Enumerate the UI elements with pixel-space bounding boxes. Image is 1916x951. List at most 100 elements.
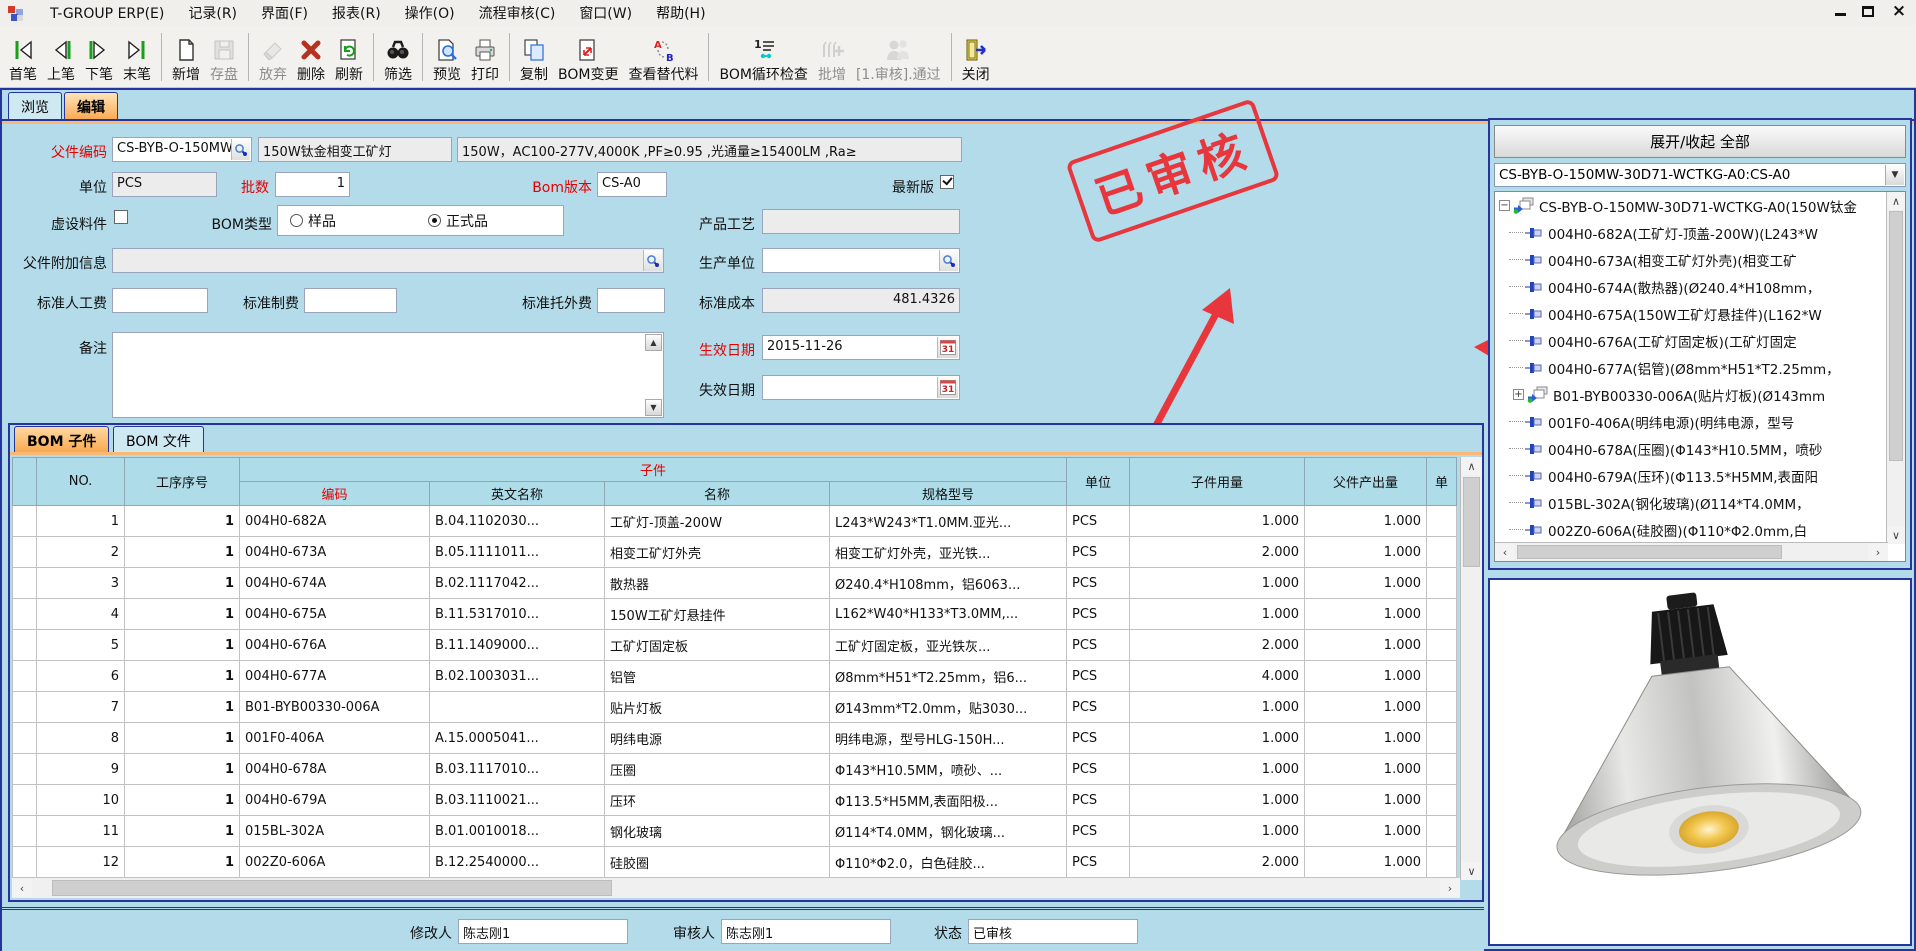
cell-code[interactable]: 004H0-673A [240, 537, 430, 568]
cell-qty[interactable]: 1.000 [1130, 754, 1305, 785]
cell-en[interactable]: B.03.1117010... [430, 754, 605, 785]
cell-code[interactable]: 004H0-679A [240, 785, 430, 816]
std-mfg-field[interactable] [304, 288, 397, 313]
menu-item-6[interactable]: 窗口(W) [567, 3, 644, 25]
cell-spec[interactable]: L162*W40*H133*T3.0MM,... [830, 599, 1067, 630]
cell-code[interactable]: 004H0-677A [240, 661, 430, 692]
cell-en[interactable]: B.02.1117042... [430, 568, 605, 599]
cell-no[interactable]: 4 [37, 599, 125, 630]
chevron-down-icon[interactable]: ▼ [1885, 165, 1904, 185]
cell-no[interactable]: 3 [37, 568, 125, 599]
cell-name[interactable]: 压圈 [605, 754, 830, 785]
toolbar-button-bom-loop-check[interactable]: 1BOM循环检查 [714, 28, 812, 86]
cell-extra[interactable] [1427, 723, 1457, 754]
cell-sel[interactable] [13, 661, 37, 692]
cell-no[interactable]: 11 [37, 816, 125, 847]
tree-item-12[interactable]: 002Z0-606A(硅胶圈)(Φ110*Φ2.0mm,白 [1495, 516, 1905, 543]
cell-no[interactable]: 5 [37, 630, 125, 661]
cell-unit[interactable]: PCS [1067, 847, 1130, 878]
tree-item-7[interactable]: +B01-BYB00330-006A(贴片灯板)(Ø143mm [1495, 381, 1905, 408]
calendar-icon[interactable]: 31 [937, 337, 958, 358]
cell-extra[interactable] [1427, 599, 1457, 630]
cell-sel[interactable] [13, 692, 37, 723]
scroll-down-icon[interactable]: ∨ [1461, 862, 1482, 880]
cell-extra[interactable] [1427, 692, 1457, 723]
cell-unit[interactable]: PCS [1067, 537, 1130, 568]
toolbar-button-next-record[interactable]: 下笔 [80, 28, 118, 86]
tree-item-1[interactable]: 004H0-682A(工矿灯-顶盖-200W)(L243*W [1495, 219, 1905, 246]
toolbar-button-bom-change[interactable]: BOM变更 [553, 28, 623, 86]
menu-item-5[interactable]: 流程审核(C) [467, 3, 568, 25]
tree-item-9[interactable]: 004H0-678A(压圈)(Φ143*H10.5MM，喷砂 [1495, 435, 1905, 462]
menu-item-0[interactable]: T-GROUP ERP(E) [38, 3, 176, 25]
cell-extra[interactable] [1427, 630, 1457, 661]
cell-extra[interactable] [1427, 506, 1457, 537]
cell-pqty[interactable]: 1.000 [1305, 506, 1427, 537]
cell-seq[interactable]: 1 [125, 568, 240, 599]
batch-field[interactable]: 1 [275, 172, 350, 197]
scroll-right-icon[interactable]: › [1440, 879, 1460, 897]
cell-pqty[interactable]: 1.000 [1305, 723, 1427, 754]
scroll-right-icon[interactable]: › [1868, 543, 1888, 561]
cell-sel[interactable] [13, 599, 37, 630]
cell-spec[interactable]: Ø8mm*H51*T2.25mm，铝6... [830, 661, 1067, 692]
latest-version-checkbox[interactable] [940, 175, 954, 189]
cell-name[interactable]: 工矿灯-顶盖-200W [605, 506, 830, 537]
cell-pqty[interactable]: 1.000 [1305, 785, 1427, 816]
cell-code[interactable]: 001F0-406A [240, 723, 430, 754]
cell-no[interactable]: 12 [37, 847, 125, 878]
cell-pqty[interactable]: 1.000 [1305, 754, 1427, 785]
cell-unit[interactable]: PCS [1067, 692, 1130, 723]
cell-sel[interactable] [13, 785, 37, 816]
cell-name[interactable]: 硅胶圈 [605, 847, 830, 878]
scroll-up-icon[interactable]: ▲ [645, 334, 662, 351]
menu-item-3[interactable]: 报表(R) [320, 3, 393, 25]
cell-en[interactable]: B.01.0010018... [430, 816, 605, 847]
menu-item-2[interactable]: 界面(F) [249, 3, 320, 25]
search-icon[interactable] [643, 250, 662, 271]
cell-seq[interactable]: 1 [125, 692, 240, 723]
expiry-date-field[interactable]: 31 [762, 375, 960, 400]
toolbar-button-new-record[interactable]: 新增 [167, 28, 205, 86]
cell-code[interactable]: 004H0-678A [240, 754, 430, 785]
cell-pqty[interactable]: 1.000 [1305, 816, 1427, 847]
std-outsource-field[interactable] [597, 288, 665, 313]
tree-item-2[interactable]: 004H0-673A(相变工矿灯外壳)(相变工矿 [1495, 246, 1905, 273]
tree-horizontal-scrollbar[interactable]: ‹ › [1495, 542, 1888, 561]
cell-en[interactable] [430, 692, 605, 723]
cell-seq[interactable]: 1 [125, 537, 240, 568]
cell-code[interactable]: B01-BYB00330-006A [240, 692, 430, 723]
cell-unit[interactable]: PCS [1067, 599, 1130, 630]
cell-extra[interactable] [1427, 661, 1457, 692]
cell-spec[interactable]: Ø240.4*H108mm，铝6063... [830, 568, 1067, 599]
cell-pqty[interactable]: 1.000 [1305, 599, 1427, 630]
cell-unit[interactable]: PCS [1067, 630, 1130, 661]
cell-unit[interactable]: PCS [1067, 506, 1130, 537]
scroll-down-icon[interactable]: ▼ [645, 399, 662, 416]
tree-item-4[interactable]: 004H0-675A(150W工矿灯悬挂件)(L162*W [1495, 300, 1905, 327]
cell-extra[interactable] [1427, 754, 1457, 785]
cell-en[interactable]: B.12.2540000... [430, 847, 605, 878]
toolbar-button-refresh[interactable]: 刷新 [330, 28, 368, 86]
cell-code[interactable]: 004H0-682A [240, 506, 430, 537]
scrollbar-thumb[interactable] [52, 880, 612, 896]
cell-code[interactable]: 002Z0-606A [240, 847, 430, 878]
cell-pqty[interactable]: 1.000 [1305, 847, 1427, 878]
cell-pqty[interactable]: 1.000 [1305, 630, 1427, 661]
cell-qty[interactable]: 1.000 [1130, 785, 1305, 816]
cell-unit[interactable]: PCS [1067, 723, 1130, 754]
cell-pqty[interactable]: 1.000 [1305, 692, 1427, 723]
cell-spec[interactable]: Φ143*H10.5MM，喷砂、... [830, 754, 1067, 785]
cell-name[interactable]: 相变工矿灯外壳 [605, 537, 830, 568]
cell-name[interactable]: 铝管 [605, 661, 830, 692]
cell-qty[interactable]: 1.000 [1130, 723, 1305, 754]
cell-spec[interactable]: 工矿灯固定板，亚光铁灰... [830, 630, 1067, 661]
collapse-icon[interactable]: − [1499, 200, 1510, 211]
toolbar-button-copy[interactable]: 复制 [515, 28, 553, 86]
scroll-left-icon[interactable]: ‹ [12, 879, 32, 897]
cell-extra[interactable] [1427, 816, 1457, 847]
cell-sel[interactable] [13, 568, 37, 599]
tree-item-5[interactable]: 004H0-676A(工矿灯固定板)(工矿灯固定 [1495, 327, 1905, 354]
cell-qty[interactable]: 1.000 [1130, 692, 1305, 723]
minimize-icon[interactable] [1835, 6, 1846, 16]
